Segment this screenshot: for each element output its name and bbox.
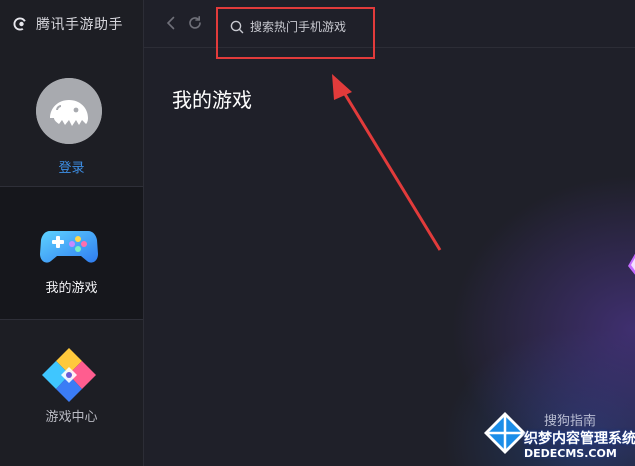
sidebar-item-label: 我的游戏 xyxy=(45,281,98,296)
avatar[interactable] xyxy=(36,78,102,144)
site-watermark-url: DEDECMS.COM xyxy=(524,447,617,460)
search-input[interactable] xyxy=(250,17,370,37)
sidebar: 腾讯手游助手 登录 我的游戏 游戏中心 xyxy=(0,0,144,466)
default-avatar-icon xyxy=(36,78,102,144)
search-box[interactable] xyxy=(216,7,375,59)
gamepad-icon xyxy=(40,231,98,263)
login-link[interactable]: 登录 xyxy=(0,157,143,176)
page-title: 我的游戏 xyxy=(172,88,252,112)
sidebar-item-game-center[interactable]: 游戏中心 xyxy=(0,322,143,456)
site-watermark-title: 织梦内容管理系统 xyxy=(524,431,635,447)
decorative-spark-icon xyxy=(628,253,635,275)
sidebar-item-label: 游戏中心 xyxy=(45,410,98,425)
chevron-left-icon[interactable] xyxy=(162,14,180,32)
search-icon xyxy=(230,20,244,34)
tencent-penguin-icon xyxy=(13,17,26,31)
sidebar-item-my-games[interactable]: 我的游戏 xyxy=(0,186,143,320)
game-center-diamond-icon xyxy=(42,348,96,402)
windows-logo-icon xyxy=(484,412,526,454)
app-title-bar: 腾讯手游助手 xyxy=(0,0,143,48)
site-watermark: 织梦内容管理系统 DEDECMS.COM xyxy=(482,404,635,466)
annotation-arrow xyxy=(332,74,442,251)
app-title: 腾讯手游助手 xyxy=(36,17,123,33)
refresh-icon[interactable] xyxy=(186,14,204,32)
main-content: 我的游戏 搜狗指南 织梦内容管理系统 DEDECMS.COM xyxy=(144,0,635,466)
